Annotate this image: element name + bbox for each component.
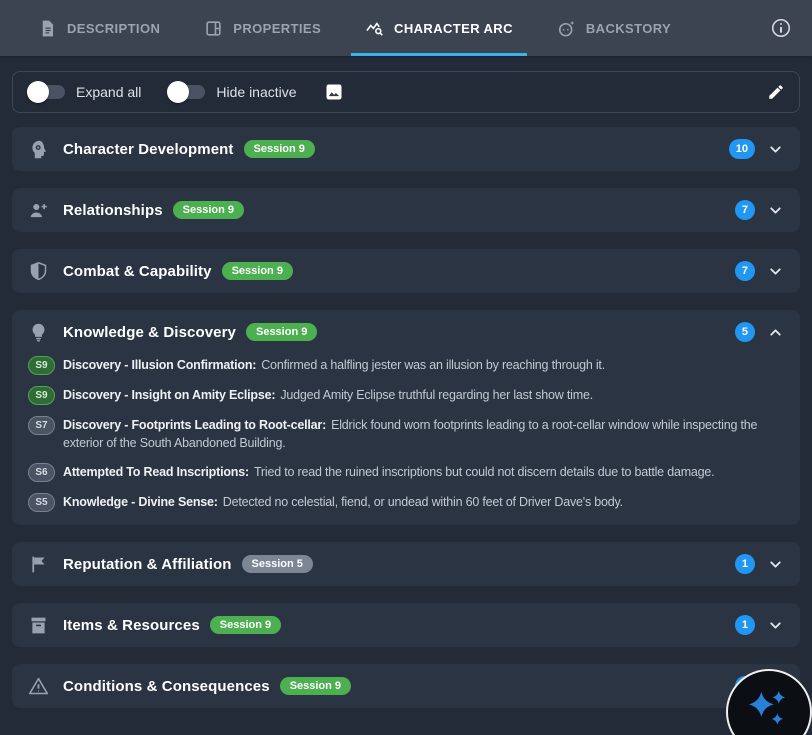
session-badge: Session 9 <box>280 677 351 695</box>
list-item: S9 Discovery - Insight on Amity Eclipse:… <box>28 386 784 405</box>
section-title: Conditions & Consequences <box>63 678 270 695</box>
section-relationships: Relationships Session 9 7 <box>12 188 800 232</box>
item-text: Detected no celestial, fiend, or undead … <box>223 495 623 509</box>
chevron-down-icon[interactable] <box>767 202 784 219</box>
section-header[interactable]: Relationships Session 9 7 <box>12 188 800 232</box>
section-header[interactable]: Knowledge & Discovery Session 9 5 <box>12 310 800 354</box>
arc-item-list: S9 Discovery - Illusion Confirmation: Con… <box>12 354 800 525</box>
count-badge: 5 <box>735 322 755 342</box>
warning-icon <box>28 676 49 697</box>
session-badge: Session 9 <box>210 616 281 634</box>
session-chip: S9 <box>28 386 55 405</box>
lightbulb-icon <box>28 322 49 343</box>
chevron-up-icon[interactable] <box>767 324 784 341</box>
top-tab-bar: DESCRIPTION PROPERTIES CHARACTER ARC BAC… <box>0 0 812 56</box>
section-title: Relationships <box>63 202 163 219</box>
section-header[interactable]: Items & Resources Session 9 1 <box>12 603 800 647</box>
list-item: S7 Discovery - Footprints Leading to Roo… <box>28 416 784 452</box>
list-item: S5 Knowledge - Divine Sense: Detected no … <box>28 493 784 512</box>
chevron-down-icon[interactable] <box>767 263 784 280</box>
tab-backstory[interactable]: BACKSTORY <box>543 0 685 56</box>
expand-all-label: Expand all <box>76 84 141 100</box>
chevron-down-icon[interactable] <box>767 617 784 634</box>
tab-description[interactable]: DESCRIPTION <box>24 0 174 56</box>
session-badge: Session 9 <box>222 262 293 280</box>
session-chip: S7 <box>28 416 55 435</box>
tab-label: BACKSTORY <box>586 21 671 36</box>
session-chip: S5 <box>28 493 55 512</box>
section-combat-capability: Combat & Capability Session 9 7 <box>12 249 800 293</box>
section-reputation-affiliation: Reputation & Affiliation Session 5 1 <box>12 542 800 586</box>
document-icon <box>38 19 57 38</box>
session-badge: Session 9 <box>244 140 315 158</box>
pencil-icon[interactable] <box>767 83 785 101</box>
count-badge: 1 <box>735 615 755 635</box>
count-badge: 7 <box>735 200 755 220</box>
section-knowledge-discovery: Knowledge & Discovery Session 9 5 S9 Dis… <box>12 310 800 525</box>
item-label: Discovery - Illusion Confirmation: <box>63 358 256 372</box>
session-chip: S9 <box>28 356 55 375</box>
flag-icon <box>28 554 49 575</box>
item-text: Judged Amity Eclipse truthful regarding … <box>280 388 593 402</box>
tab-label: DESCRIPTION <box>67 21 160 36</box>
session-badge: Session 5 <box>242 555 313 573</box>
section-title: Reputation & Affiliation <box>63 556 232 573</box>
section-items-resources: Items & Resources Session 9 1 <box>12 603 800 647</box>
section-title: Combat & Capability <box>63 263 212 280</box>
section-character-development: Character Development Session 9 10 <box>12 127 800 171</box>
tab-label: CHARACTER ARC <box>394 21 513 36</box>
filter-bar: Expand all Hide inactive <box>12 71 800 113</box>
item-text: Tried to read the ruined inscriptions bu… <box>254 465 715 479</box>
item-text: Confirmed a halfling jester was an illus… <box>261 358 605 372</box>
properties-icon <box>204 19 223 38</box>
face-icon <box>557 19 576 38</box>
section-conditions-consequences: Conditions & Consequences Session 9 5 <box>12 664 800 708</box>
section-header[interactable]: Combat & Capability Session 9 7 <box>12 249 800 293</box>
session-badge: Session 9 <box>173 201 244 219</box>
tab-character-arc[interactable]: CHARACTER ARC <box>351 0 527 56</box>
shield-icon <box>28 261 49 282</box>
inventory-icon <box>28 615 49 636</box>
count-badge: 7 <box>735 261 755 281</box>
section-title: Character Development <box>63 141 234 158</box>
list-item: S9 Discovery - Illusion Confirmation: Con… <box>28 356 784 375</box>
chart-icon <box>365 19 384 38</box>
person-add-icon <box>28 200 49 221</box>
item-label: Discovery - Insight on Amity Eclipse: <box>63 388 275 402</box>
psychology-icon <box>28 139 49 160</box>
character-arc-panel: Expand all Hide inactive Character Devel… <box>0 56 812 708</box>
section-title: Items & Resources <box>63 617 200 634</box>
list-item: S6 Attempted To Read Inscriptions: Tried … <box>28 463 784 482</box>
session-chip: S6 <box>28 463 55 482</box>
session-badge: Session 9 <box>246 323 317 341</box>
count-badge: 10 <box>729 139 755 159</box>
item-label: Discovery - Footprints Leading to Root-c… <box>63 418 326 432</box>
sparkles-icon <box>739 682 799 735</box>
item-label: Knowledge - Divine Sense: <box>63 495 218 509</box>
section-header[interactable]: Reputation & Affiliation Session 5 1 <box>12 542 800 586</box>
image-icon[interactable] <box>325 83 343 101</box>
info-icon[interactable] <box>770 17 792 39</box>
tab-label: PROPERTIES <box>233 21 321 36</box>
chevron-down-icon[interactable] <box>767 556 784 573</box>
chevron-down-icon[interactable] <box>767 141 784 158</box>
hide-inactive-label: Hide inactive <box>216 84 296 100</box>
item-label: Attempted To Read Inscriptions: <box>63 465 249 479</box>
section-header[interactable]: Conditions & Consequences Session 9 5 <box>12 664 800 708</box>
tab-properties[interactable]: PROPERTIES <box>190 0 335 56</box>
count-badge: 1 <box>735 554 755 574</box>
expand-all-toggle[interactable] <box>27 80 67 104</box>
section-title: Knowledge & Discovery <box>63 324 236 341</box>
hide-inactive-toggle[interactable] <box>167 80 207 104</box>
section-header[interactable]: Character Development Session 9 10 <box>12 127 800 171</box>
